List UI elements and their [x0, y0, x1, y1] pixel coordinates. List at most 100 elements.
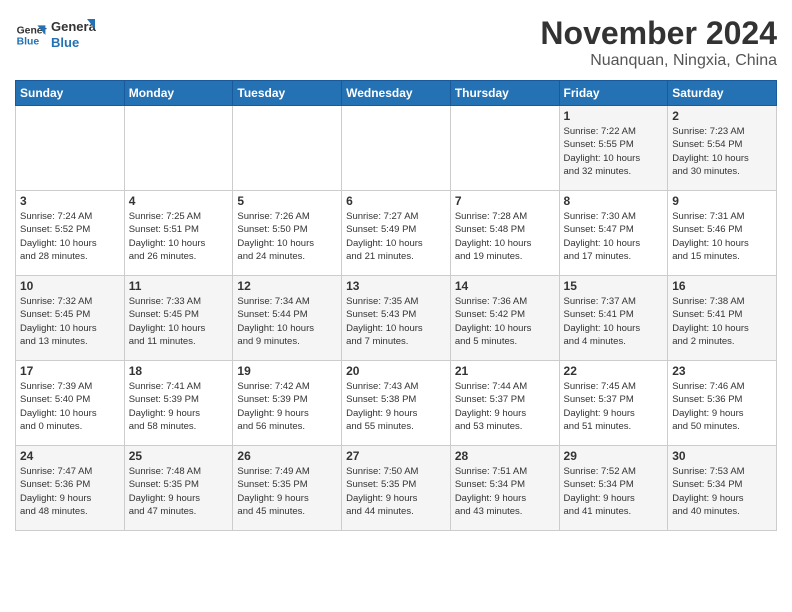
day-number: 24	[20, 449, 120, 463]
col-header-friday: Friday	[559, 81, 668, 106]
calendar-cell: 11Sunrise: 7:33 AM Sunset: 5:45 PM Dayli…	[124, 276, 233, 361]
day-info: Sunrise: 7:31 AM Sunset: 5:46 PM Dayligh…	[672, 210, 772, 263]
svg-text:Blue: Blue	[17, 37, 40, 48]
calendar-cell: 1Sunrise: 7:22 AM Sunset: 5:55 PM Daylig…	[559, 106, 668, 191]
day-info: Sunrise: 7:41 AM Sunset: 5:39 PM Dayligh…	[129, 380, 229, 433]
day-number: 30	[672, 449, 772, 463]
calendar-cell	[233, 106, 342, 191]
day-info: Sunrise: 7:30 AM Sunset: 5:47 PM Dayligh…	[564, 210, 664, 263]
calendar-cell: 6Sunrise: 7:27 AM Sunset: 5:49 PM Daylig…	[342, 191, 451, 276]
day-number: 9	[672, 194, 772, 208]
day-number: 4	[129, 194, 229, 208]
month-title: November 2024	[540, 15, 777, 52]
calendar-cell: 15Sunrise: 7:37 AM Sunset: 5:41 PM Dayli…	[559, 276, 668, 361]
day-number: 23	[672, 364, 772, 378]
day-info: Sunrise: 7:46 AM Sunset: 5:36 PM Dayligh…	[672, 380, 772, 433]
calendar-cell: 9 Sunrise: 7:31 AM Sunset: 5:46 PM Daylig…	[668, 191, 777, 276]
calendar-cell: 20Sunrise: 7:43 AM Sunset: 5:38 PM Dayli…	[342, 361, 451, 446]
day-number: 10	[20, 279, 120, 293]
day-number: 21	[455, 364, 555, 378]
calendar-cell: 23 Sunrise: 7:46 AM Sunset: 5:36 PM Dayli…	[668, 361, 777, 446]
logo-icon: General Blue	[15, 19, 47, 51]
calendar-cell: 2 Sunrise: 7:23 AM Sunset: 5:54 PM Daylig…	[668, 106, 777, 191]
calendar-cell	[342, 106, 451, 191]
calendar-week-2: 10 Sunrise: 7:32 AM Sunset: 5:45 PM Dayli…	[16, 276, 777, 361]
calendar-cell: 5 Sunrise: 7:26 AM Sunset: 5:50 PM Daylig…	[233, 191, 342, 276]
col-header-wednesday: Wednesday	[342, 81, 451, 106]
calendar-header: SundayMondayTuesdayWednesdayThursdayFrid…	[16, 81, 777, 106]
calendar-cell: 8 Sunrise: 7:30 AM Sunset: 5:47 PM Daylig…	[559, 191, 668, 276]
day-number: 20	[346, 364, 446, 378]
logo: General Blue General Blue	[15, 15, 96, 55]
day-info: Sunrise: 7:39 AM Sunset: 5:40 PM Dayligh…	[20, 380, 120, 433]
day-number: 28	[455, 449, 555, 463]
day-number: 12	[237, 279, 337, 293]
day-info: Sunrise: 7:48 AM Sunset: 5:35 PM Dayligh…	[129, 465, 229, 518]
calendar-week-1: 3Sunrise: 7:24 AM Sunset: 5:52 PM Daylig…	[16, 191, 777, 276]
col-header-monday: Monday	[124, 81, 233, 106]
calendar-cell: 25 Sunrise: 7:48 AM Sunset: 5:35 PM Dayli…	[124, 446, 233, 531]
day-number: 19	[237, 364, 337, 378]
day-info: Sunrise: 7:49 AM Sunset: 5:35 PM Dayligh…	[237, 465, 337, 518]
location: Nuanquan, Ningxia, China	[540, 52, 777, 70]
day-number: 7	[455, 194, 555, 208]
day-info: Sunrise: 7:34 AM Sunset: 5:44 PM Dayligh…	[237, 295, 337, 348]
title-block: November 2024 Nuanquan, Ningxia, China	[540, 15, 777, 70]
day-info: Sunrise: 7:36 AM Sunset: 5:42 PM Dayligh…	[455, 295, 555, 348]
calendar-cell: 26 Sunrise: 7:49 AM Sunset: 5:35 PM Dayli…	[233, 446, 342, 531]
day-info: Sunrise: 7:45 AM Sunset: 5:37 PM Dayligh…	[564, 380, 664, 433]
day-number: 8	[564, 194, 664, 208]
day-number: 15	[564, 279, 664, 293]
day-number: 6	[346, 194, 446, 208]
calendar-cell	[16, 106, 125, 191]
day-info: Sunrise: 7:35 AM Sunset: 5:43 PM Dayligh…	[346, 295, 446, 348]
day-info: Sunrise: 7:47 AM Sunset: 5:36 PM Dayligh…	[20, 465, 120, 518]
calendar-cell: 17 Sunrise: 7:39 AM Sunset: 5:40 PM Dayli…	[16, 361, 125, 446]
calendar-cell: 10 Sunrise: 7:32 AM Sunset: 5:45 PM Dayli…	[16, 276, 125, 361]
col-header-thursday: Thursday	[450, 81, 559, 106]
col-header-saturday: Saturday	[668, 81, 777, 106]
day-info: Sunrise: 7:50 AM Sunset: 5:35 PM Dayligh…	[346, 465, 446, 518]
calendar-table: SundayMondayTuesdayWednesdayThursdayFrid…	[15, 80, 777, 531]
day-info: Sunrise: 7:23 AM Sunset: 5:54 PM Dayligh…	[672, 125, 772, 178]
day-number: 17	[20, 364, 120, 378]
day-number: 16	[672, 279, 772, 293]
day-number: 14	[455, 279, 555, 293]
svg-text:Blue: Blue	[51, 35, 79, 50]
calendar-week-0: 1Sunrise: 7:22 AM Sunset: 5:55 PM Daylig…	[16, 106, 777, 191]
day-info: Sunrise: 7:26 AM Sunset: 5:50 PM Dayligh…	[237, 210, 337, 263]
calendar-cell: 30 Sunrise: 7:53 AM Sunset: 5:34 PM Dayli…	[668, 446, 777, 531]
calendar-cell: 29Sunrise: 7:52 AM Sunset: 5:34 PM Dayli…	[559, 446, 668, 531]
day-info: Sunrise: 7:52 AM Sunset: 5:34 PM Dayligh…	[564, 465, 664, 518]
calendar-cell: 12 Sunrise: 7:34 AM Sunset: 5:44 PM Dayli…	[233, 276, 342, 361]
day-number: 2	[672, 109, 772, 123]
calendar-cell	[450, 106, 559, 191]
page-header: General Blue General Blue November 2024 …	[15, 15, 777, 70]
calendar-cell: 7Sunrise: 7:28 AM Sunset: 5:48 PM Daylig…	[450, 191, 559, 276]
calendar-cell: 24 Sunrise: 7:47 AM Sunset: 5:36 PM Dayli…	[16, 446, 125, 531]
calendar-cell	[124, 106, 233, 191]
day-info: Sunrise: 7:33 AM Sunset: 5:45 PM Dayligh…	[129, 295, 229, 348]
day-number: 27	[346, 449, 446, 463]
day-info: Sunrise: 7:44 AM Sunset: 5:37 PM Dayligh…	[455, 380, 555, 433]
day-info: Sunrise: 7:22 AM Sunset: 5:55 PM Dayligh…	[564, 125, 664, 178]
day-info: Sunrise: 7:42 AM Sunset: 5:39 PM Dayligh…	[237, 380, 337, 433]
day-info: Sunrise: 7:51 AM Sunset: 5:34 PM Dayligh…	[455, 465, 555, 518]
calendar-week-4: 24 Sunrise: 7:47 AM Sunset: 5:36 PM Dayli…	[16, 446, 777, 531]
day-number: 25	[129, 449, 229, 463]
calendar-cell: 27 Sunrise: 7:50 AM Sunset: 5:35 PM Dayli…	[342, 446, 451, 531]
calendar-cell: 21 Sunrise: 7:44 AM Sunset: 5:37 PM Dayli…	[450, 361, 559, 446]
calendar-cell: 28 Sunrise: 7:51 AM Sunset: 5:34 PM Dayli…	[450, 446, 559, 531]
day-number: 13	[346, 279, 446, 293]
day-info: Sunrise: 7:32 AM Sunset: 5:45 PM Dayligh…	[20, 295, 120, 348]
calendar-cell: 22 Sunrise: 7:45 AM Sunset: 5:37 PM Dayli…	[559, 361, 668, 446]
calendar-cell: 14 Sunrise: 7:36 AM Sunset: 5:42 PM Dayli…	[450, 276, 559, 361]
calendar-cell: 16Sunrise: 7:38 AM Sunset: 5:41 PM Dayli…	[668, 276, 777, 361]
calendar-cell: 3Sunrise: 7:24 AM Sunset: 5:52 PM Daylig…	[16, 191, 125, 276]
day-number: 5	[237, 194, 337, 208]
day-info: Sunrise: 7:53 AM Sunset: 5:34 PM Dayligh…	[672, 465, 772, 518]
day-number: 22	[564, 364, 664, 378]
col-header-tuesday: Tuesday	[233, 81, 342, 106]
day-number: 26	[237, 449, 337, 463]
calendar-week-3: 17 Sunrise: 7:39 AM Sunset: 5:40 PM Dayli…	[16, 361, 777, 446]
